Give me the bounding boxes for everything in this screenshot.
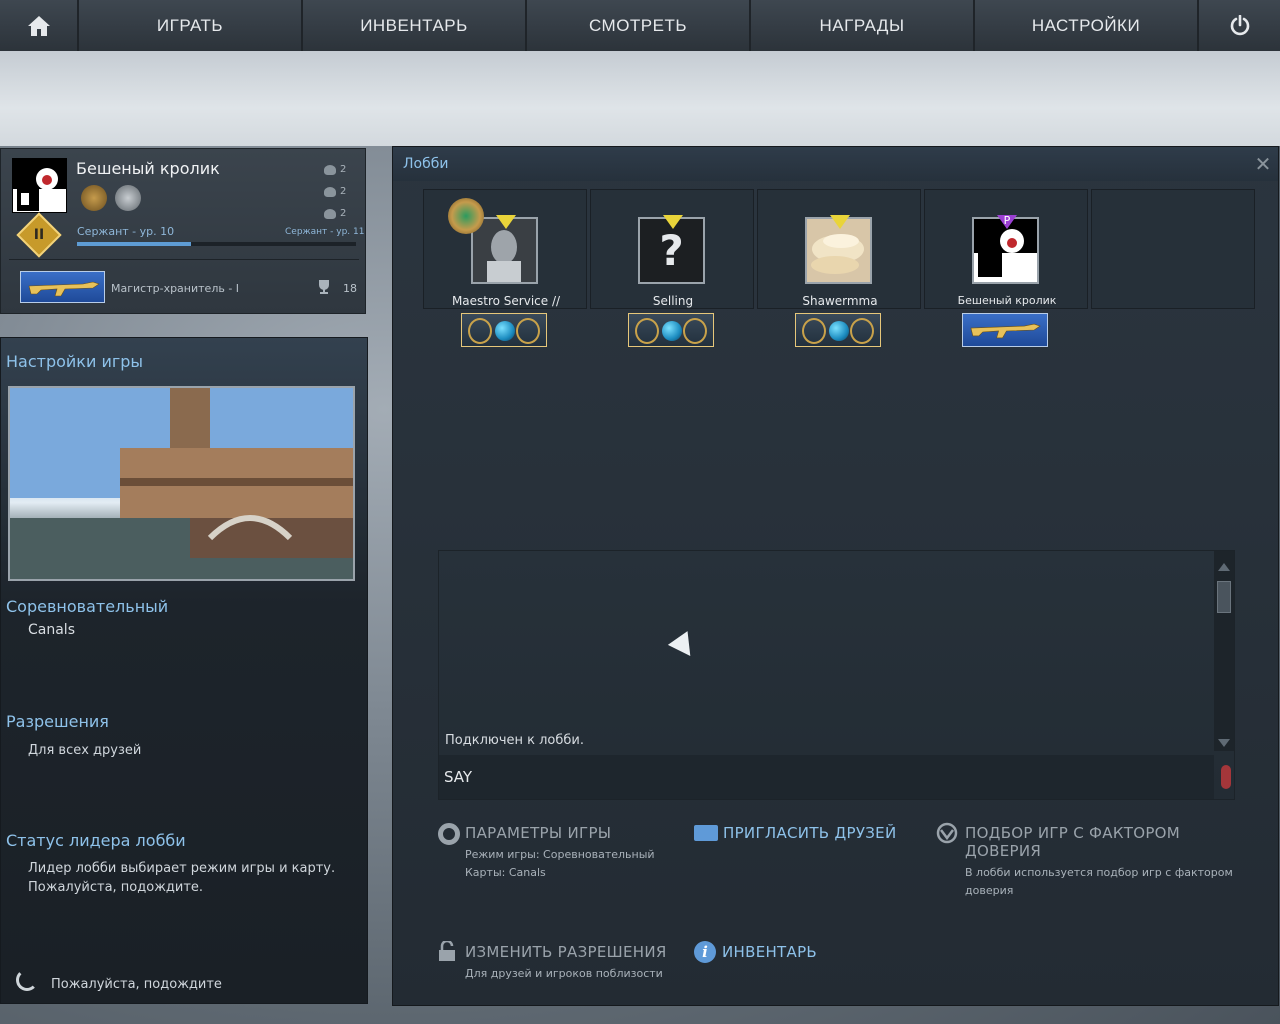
- game-params-button[interactable]: ПАРАМЕТРЫ ИГРЫ Режим игры: Соревнователь…: [465, 824, 655, 882]
- scroll-down-icon[interactable]: [1218, 739, 1230, 747]
- stat-teacher: 2: [340, 186, 347, 197]
- inventory-button[interactable]: ИНВЕНТАРЬ: [722, 943, 817, 961]
- stat-friendly: 2: [340, 164, 347, 175]
- leader-status-line1: Лидер лобби выбирает режим игры и карту.: [28, 861, 336, 876]
- chat-input[interactable]: [439, 755, 1214, 799]
- lobby-header: Лобби ✕: [393, 147, 1278, 181]
- home-icon: [27, 15, 50, 36]
- nav-rewards[interactable]: НАГРАДЫ: [751, 0, 975, 51]
- leader-status-title: Статус лидера лобби: [6, 831, 186, 850]
- permissions-title: Разрешения: [6, 712, 109, 731]
- change-permissions-title: ИЗМЕНИТЬ РАЗРЕШЕНИЯ: [465, 943, 667, 961]
- stat-leader: 2: [340, 208, 347, 219]
- trophy-count: 18: [343, 282, 357, 295]
- coin-icon[interactable]: [115, 185, 141, 211]
- rank-icon: II: [16, 212, 62, 258]
- rifle-icon: [28, 281, 100, 297]
- home-button[interactable]: [0, 0, 79, 51]
- teacher-icon: [324, 187, 336, 197]
- profile-name: Бешеный кролик: [76, 159, 220, 178]
- game-params-title: ПАРАМЕТРЫ ИГРЫ: [465, 824, 612, 842]
- trust-factor-icon: [936, 822, 958, 844]
- avatar-image: [13, 159, 66, 212]
- close-icon[interactable]: ✕: [1252, 153, 1274, 175]
- trophy-icon: [319, 280, 329, 294]
- profile-card: Бешеный кролик 2 2 2 II Сержант - ур. 10…: [0, 148, 366, 314]
- game-params-mode: Режим игры: Соревновательный: [465, 848, 655, 861]
- background-band: [0, 51, 1280, 146]
- power-button[interactable]: [1199, 0, 1280, 51]
- xp-fill: [77, 242, 192, 246]
- permissions-value: Для всех друзей: [28, 743, 142, 758]
- player-name: Shawermma: [802, 294, 878, 308]
- chat-message: Подключен к лобби.: [445, 733, 584, 748]
- scroll-thumb[interactable]: [1217, 581, 1231, 613]
- waiting-text: Пожалуйста, подождите: [51, 977, 222, 992]
- player-avatar[interactable]: [471, 217, 538, 284]
- map-name: Canals: [28, 622, 75, 638]
- avatar[interactable]: [12, 158, 67, 213]
- rank-next: Сержант - ур. 11: [285, 227, 365, 237]
- rifle-icon: [970, 323, 1041, 339]
- map-image: [10, 388, 353, 579]
- player-slot[interactable]: Maestro Service //: [423, 189, 587, 309]
- xp-bar: [77, 242, 356, 246]
- unknown-avatar-icon: ?: [659, 226, 684, 275]
- player-name: Selling: [652, 294, 694, 308]
- player-slot[interactable]: Shawermma: [757, 189, 921, 309]
- gear-icon: [438, 823, 460, 845]
- settings-title: Настройки игры: [6, 352, 144, 371]
- player-slot[interactable]: ? Selling: [590, 189, 754, 309]
- nav-watch[interactable]: СМОТРЕТЬ: [527, 0, 751, 51]
- player-rank-badge: [795, 313, 881, 347]
- player-slot[interactable]: P Бешеный кролик: [924, 189, 1088, 309]
- microphone-icon[interactable]: [1221, 765, 1231, 789]
- unlock-icon: [439, 941, 455, 961]
- player-avatar[interactable]: [972, 217, 1039, 284]
- rank-current: Сержант - ур. 10: [77, 225, 175, 238]
- skill-group-badge[interactable]: [20, 271, 105, 303]
- nav-settings[interactable]: НАСТРОЙКИ: [975, 0, 1199, 51]
- trust-factor-title: ПОДБОР ИГР С ФАКТОРОМ ДОВЕРИЯ: [965, 824, 1181, 860]
- divider: [9, 259, 359, 260]
- inventory-title: ИНВЕНТАРЬ: [722, 943, 818, 961]
- scroll-up-icon[interactable]: [1218, 563, 1230, 571]
- nav-play[interactable]: ИГРАТЬ: [79, 0, 303, 51]
- medal-icon[interactable]: [81, 185, 107, 211]
- player-avatar[interactable]: ?: [638, 217, 705, 284]
- profile-stats: 2 2 2: [324, 159, 346, 225]
- skill-group-label: Магистр-хранитель - I: [111, 282, 240, 295]
- player-rank-badge: [628, 313, 714, 347]
- prime-letter: P: [1003, 214, 1011, 227]
- nav-inventory[interactable]: ИНВЕНТАРЬ: [303, 0, 527, 51]
- map-preview: [8, 386, 355, 581]
- info-icon: i: [694, 941, 716, 963]
- power-icon: [1230, 14, 1249, 35]
- trust-factor-desc-2: доверия: [965, 884, 1014, 897]
- envelope-icon: [694, 825, 718, 841]
- player-name: Бешеный кролик: [957, 294, 1057, 307]
- top-nav: ИГРАТЬ ИНВЕНТАРЬ СМОТРЕТЬ НАГРАДЫ НАСТРО…: [0, 0, 1280, 51]
- crown-icon: [324, 209, 336, 219]
- change-permissions-button[interactable]: ИЗМЕНИТЬ РАЗРЕШЕНИЯ Для друзей и игроков…: [465, 943, 667, 983]
- player-avatar[interactable]: [805, 217, 872, 284]
- invite-friends-title: ПРИГЛАСИТЬ ДРУЗЕЙ: [723, 824, 897, 842]
- player-rank-badge: [461, 313, 547, 347]
- player-rank-badge: [962, 313, 1048, 347]
- empty-player-slot[interactable]: [1091, 189, 1255, 309]
- smile-icon: [324, 165, 336, 175]
- trust-factor-desc: В лобби используется подбор игр с фактор…: [965, 866, 1233, 879]
- service-medal-icon: [448, 198, 484, 234]
- loading-spinner-icon: [16, 969, 38, 991]
- leader-status-line2: Пожалуйста, подождите.: [28, 880, 204, 895]
- game-params-map: Карты: Canals: [465, 866, 546, 879]
- change-permissions-desc: Для друзей и игроков поблизости: [465, 967, 663, 980]
- player-name: Maestro Service //: [451, 294, 561, 308]
- lobby-title: Лобби: [403, 156, 449, 172]
- mode-title: Соревновательный: [6, 597, 169, 616]
- chat-scrollbar[interactable]: [1214, 551, 1234, 751]
- trust-factor-button[interactable]: ПОДБОР ИГР С ФАКТОРОМ ДОВЕРИЯ В лобби ис…: [965, 824, 1255, 900]
- invite-friends-button[interactable]: ПРИГЛАСИТЬ ДРУЗЕЙ: [723, 824, 896, 842]
- lobby-chat: Подключен к лобби.: [438, 550, 1235, 800]
